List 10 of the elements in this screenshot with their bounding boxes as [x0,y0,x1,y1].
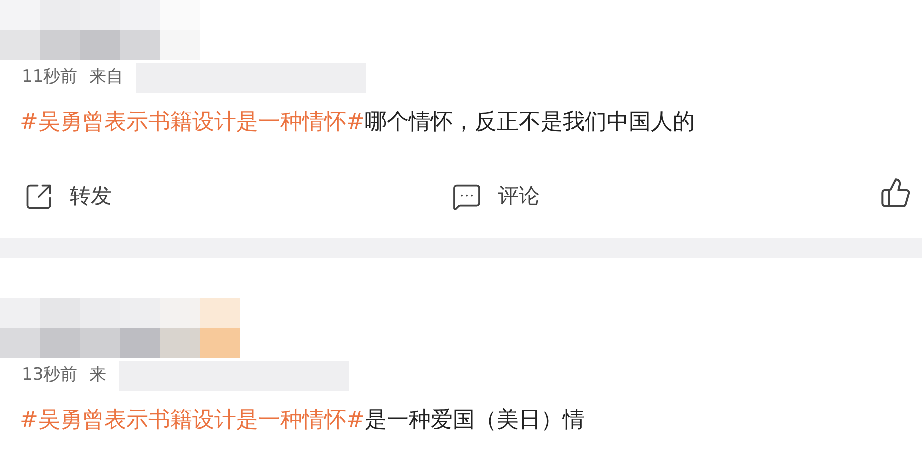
post-time: 11秒前 [22,66,78,90]
thumbs-up-icon [880,177,912,209]
post-source: 来 [90,364,107,388]
like-button[interactable] [880,177,912,209]
post-time: 13秒前 [22,364,78,388]
post-source: 来自 [90,66,124,90]
post-text: #吴勇曾表示书籍设计是一种情怀#是一种爱国（美日）情 [19,407,586,435]
post-text: #吴勇曾表示书籍设计是一种情怀#哪个情怀，反正不是我们中国人的 [19,109,696,137]
repost-button[interactable]: 转发 [24,180,112,212]
comment-button[interactable]: 评论 [452,180,540,212]
